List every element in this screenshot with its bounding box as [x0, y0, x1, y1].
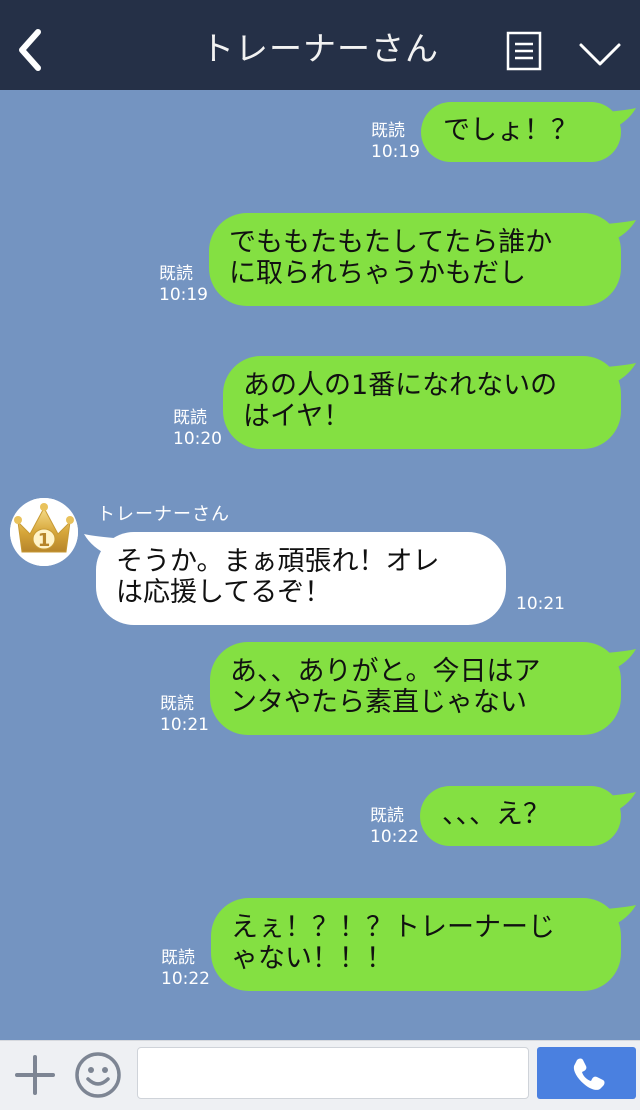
message-input[interactable]: [137, 1047, 529, 1099]
message-meta: 既読 10:19: [159, 264, 208, 306]
message-meta: 既読 10:22: [161, 948, 210, 990]
bubble-tail: [606, 792, 636, 814]
read-receipt: 既読: [173, 408, 207, 428]
chat-title: トレーナーさん: [201, 29, 439, 68]
avatar[interactable]: 1: [10, 498, 78, 566]
message-time: 10:19: [371, 142, 420, 162]
outgoing-message-bubble[interactable]: えぇ！？！？トレーナーじ ゃない！！！: [211, 898, 621, 991]
message-meta: 既読 10:22: [370, 806, 419, 848]
bubble-tail: [606, 905, 636, 927]
message-meta: 既読 10:21: [160, 694, 209, 736]
message-meta: 10:21: [516, 594, 565, 615]
input-bar: [0, 1040, 640, 1110]
message-time: 10:19: [159, 285, 208, 305]
message-meta: 既読 10:19: [371, 121, 420, 163]
menu-list-icon[interactable]: [506, 31, 542, 71]
read-receipt: 既読: [370, 806, 404, 826]
phone-icon: [573, 1058, 605, 1090]
bubble-tail: [606, 108, 636, 130]
outgoing-message-bubble[interactable]: 、、、え？: [420, 786, 621, 846]
outgoing-message-bubble[interactable]: あの人の1番になれないの はイヤ！: [223, 356, 621, 449]
smiley-icon[interactable]: [74, 1051, 122, 1099]
message-meta: 既読 10:20: [173, 408, 222, 450]
avatar-number: 1: [38, 530, 51, 551]
incoming-message-bubble[interactable]: そうか。まぁ頑張れ！オレ は応援してるぞ！: [96, 532, 506, 625]
message-time: 10:20: [173, 429, 222, 449]
outgoing-message-bubble[interactable]: でしょ！？: [421, 102, 621, 162]
sender-name: トレーナーさん: [97, 504, 230, 525]
call-button[interactable]: [537, 1047, 636, 1099]
chevron-down-icon[interactable]: [578, 40, 622, 68]
read-receipt: 既読: [160, 694, 194, 714]
bubble-tail: [606, 649, 636, 671]
outgoing-message-bubble[interactable]: でももたもたしてたら誰か に取られちゃうかもだし: [209, 213, 621, 306]
bubble-tail: [606, 363, 636, 385]
message-list[interactable]: 既読 10:19 でしょ！？ 既読 10:19 でももたもたしてたら誰か に取ら…: [0, 90, 640, 1040]
message-time: 10:21: [516, 594, 565, 614]
chat-header: トレーナーさん: [0, 0, 640, 90]
message-time: 10:22: [370, 827, 419, 847]
message-time: 10:21: [160, 715, 209, 735]
read-receipt: 既読: [371, 121, 405, 141]
read-receipt: 既読: [159, 264, 193, 284]
bubble-tail: [606, 220, 636, 242]
read-receipt: 既読: [161, 948, 195, 968]
plus-icon[interactable]: [14, 1054, 56, 1096]
message-time: 10:22: [161, 969, 210, 989]
gold-crown-rank-1-icon: 1: [10, 498, 78, 566]
outgoing-message-bubble[interactable]: あ、、ありがと。今日はア ンタやたら素直じゃない: [210, 642, 621, 735]
